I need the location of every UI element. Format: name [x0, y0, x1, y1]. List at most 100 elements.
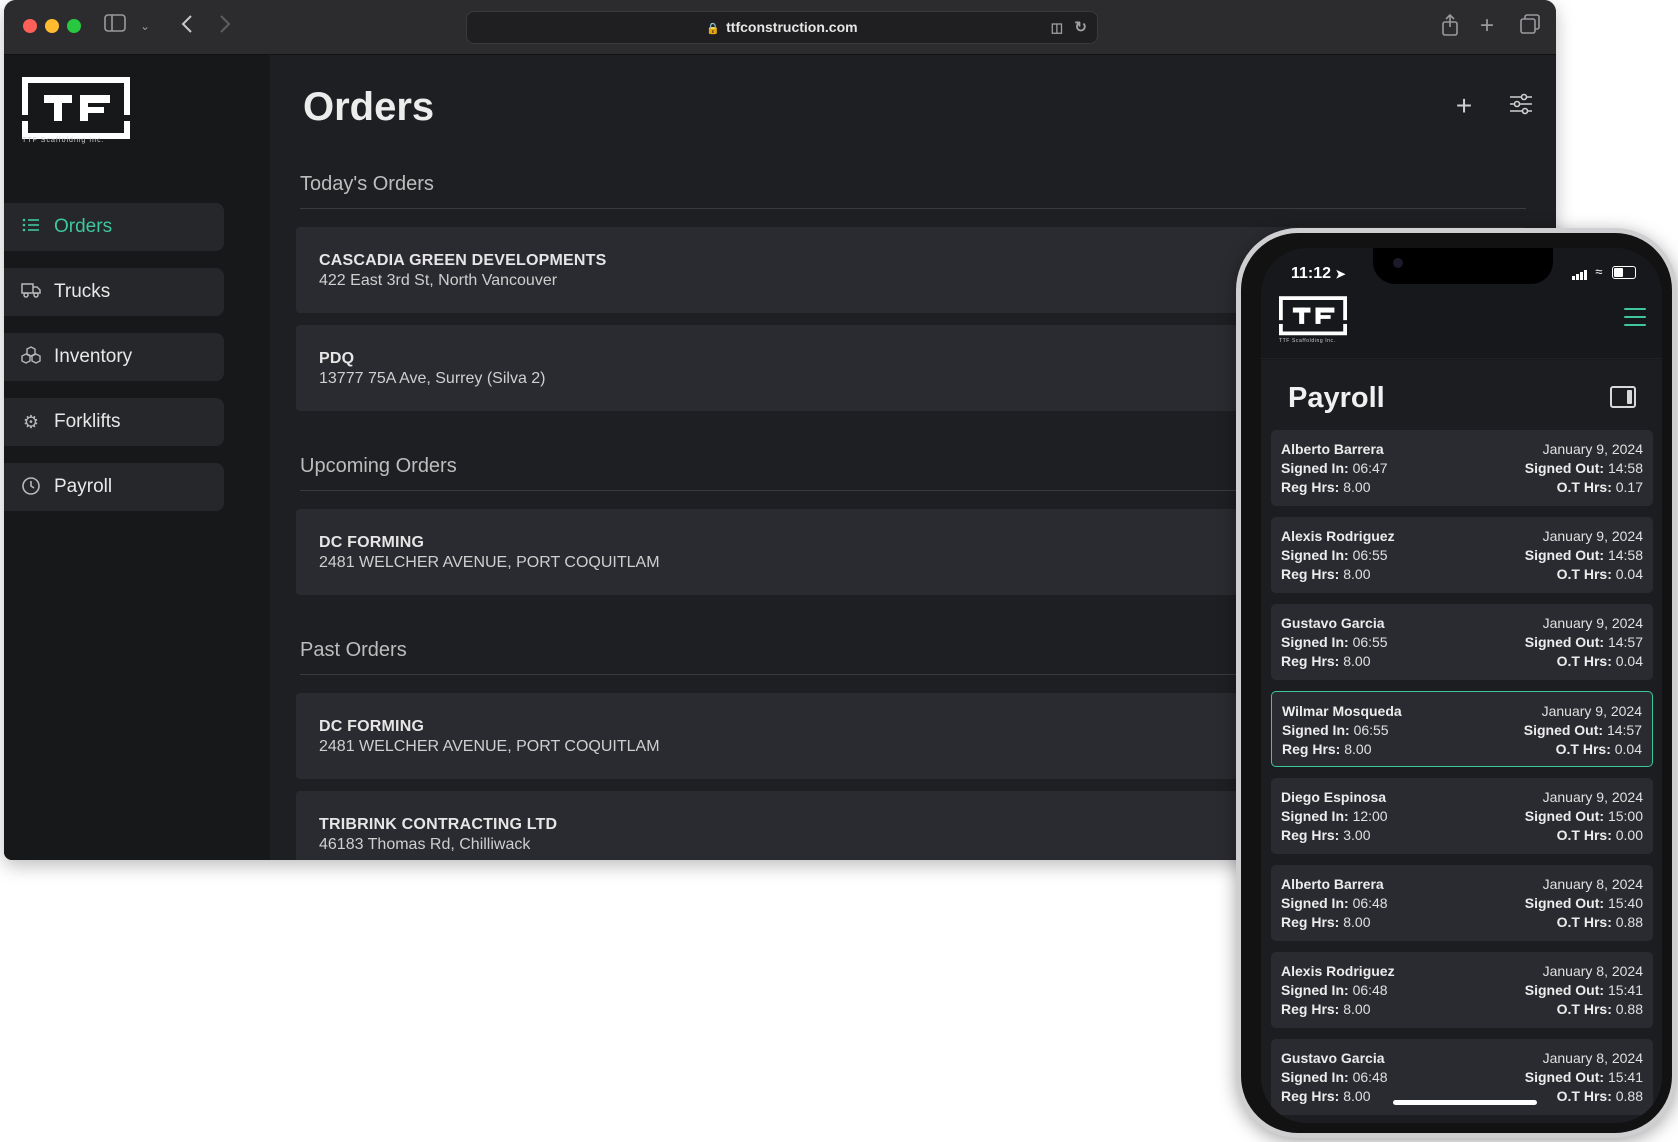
entry-date: January 8, 2024	[1542, 1050, 1643, 1066]
reg-hours: Reg Hrs: 8.00	[1281, 566, 1371, 582]
payroll-entry[interactable]: Alexis Rodriguez January 8, 2024 Signed In…	[1271, 952, 1653, 1028]
address-bar[interactable]: 🔒 ttfconstruction.com ◫ ↻	[466, 11, 1098, 44]
signed-in: Signed In: 06:55	[1282, 722, 1389, 738]
signed-in: Signed In: 06:55	[1281, 547, 1388, 563]
add-order-button[interactable]: +	[1449, 91, 1479, 121]
signed-in: Signed In: 06:55	[1281, 634, 1388, 650]
order-address: 2481 WELCHER AVENUE, PORT COQUITLAM	[319, 738, 660, 755]
reg-hours: Reg Hrs: 8.00	[1281, 914, 1371, 930]
phone-screen: 11:12 ➤ ≈ TTF Scaffolding Inc. Payroll A…	[1261, 248, 1662, 1123]
reg-hours: Reg Hrs: 8.00	[1281, 1001, 1371, 1017]
order-address: 46183 Thomas Rd, Chilliwack	[319, 836, 531, 853]
signed-in: Signed In: 06:47	[1281, 460, 1388, 476]
page-title: Orders	[303, 85, 435, 129]
signed-out: Signed Out: 15:40	[1524, 895, 1643, 911]
order-address: 13777 75A Ave, Surrey (Silva 2)	[319, 370, 546, 387]
panel-toggle-icon[interactable]	[1610, 386, 1636, 408]
employee-name: Gustavo Garcia	[1281, 615, 1385, 631]
signed-out: Signed Out: 14:57	[1524, 634, 1643, 650]
url-text: ttfconstruction.com	[726, 19, 858, 35]
zoom-window-button[interactable]	[67, 19, 81, 33]
close-window-button[interactable]	[23, 19, 37, 33]
logo-caption: TTF Scaffolding Inc.	[22, 137, 105, 144]
menu-icon[interactable]	[1624, 308, 1646, 332]
payroll-entry[interactable]: Wilmar Mosqueda January 9, 2024 Signed In:…	[1271, 691, 1653, 767]
minimize-window-button[interactable]	[45, 19, 59, 33]
payroll-entry[interactable]: Alberto Barrera January 8, 2024 Signed In:…	[1271, 865, 1653, 941]
divider	[300, 208, 1526, 209]
payroll-entry[interactable]: Diego Espinosa January 9, 2024 Signed In: …	[1271, 778, 1653, 854]
chevron-down-icon[interactable]: ⌄	[140, 14, 150, 38]
list-icon	[20, 216, 42, 238]
entry-date: January 9, 2024	[1542, 528, 1643, 544]
signed-in: Signed In: 06:48	[1281, 1069, 1388, 1085]
signed-in: Signed In: 12:00	[1281, 808, 1388, 824]
reg-hours: Reg Hrs: 8.00	[1282, 741, 1372, 757]
sidebar-item-orders[interactable]: Orders	[4, 203, 224, 251]
signed-in: Signed In: 06:48	[1281, 982, 1388, 998]
phone-bezel: 11:12 ➤ ≈ TTF Scaffolding Inc. Payroll A…	[1241, 233, 1672, 1133]
payroll-entry[interactable]: Gustavo Garcia January 9, 2024 Signed In: …	[1271, 604, 1653, 680]
sidebar-item-trucks[interactable]: Trucks	[4, 268, 224, 316]
entry-date: January 9, 2024	[1542, 441, 1643, 457]
employee-name: Alexis Rodriguez	[1281, 528, 1395, 544]
payroll-entry[interactable]: Alexis Rodriguez January 9, 2024 Signed In…	[1271, 517, 1653, 593]
section-title: Today's Orders	[300, 173, 434, 195]
ot-hours: O.T Hrs: 0.17	[1556, 479, 1643, 495]
sidebar-item-label: Trucks	[54, 281, 111, 302]
order-name: DC FORMING	[319, 718, 425, 735]
new-tab-icon[interactable]: +	[1480, 14, 1494, 38]
entry-date: January 9, 2024	[1542, 789, 1643, 805]
back-icon[interactable]	[180, 14, 194, 40]
company-logo[interactable]	[1279, 296, 1349, 342]
battery-icon	[1612, 266, 1636, 280]
employee-name: Gustavo Garcia	[1281, 1050, 1385, 1066]
translate-icon[interactable]: ◫	[1051, 12, 1063, 43]
signed-out: Signed Out: 14:57	[1523, 722, 1642, 738]
reg-hours: Reg Hrs: 8.00	[1281, 479, 1371, 495]
entry-date: January 8, 2024	[1542, 963, 1643, 979]
entry-date: January 8, 2024	[1542, 876, 1643, 892]
camera-icon	[1393, 258, 1403, 268]
filter-icon[interactable]	[1506, 91, 1536, 121]
forward-icon[interactable]	[218, 14, 232, 40]
reg-hours: Reg Hrs: 3.00	[1281, 827, 1371, 843]
ot-hours: O.T Hrs: 0.88	[1556, 1088, 1643, 1104]
order-address: 422 East 3rd St, North Vancouver	[319, 272, 558, 289]
phone-frame: 11:12 ➤ ≈ TTF Scaffolding Inc. Payroll A…	[1236, 228, 1677, 1138]
sidebar-item-inventory[interactable]: Inventory	[4, 333, 224, 381]
wifi-icon: ≈	[1595, 264, 1603, 279]
employee-name: Wilmar Mosqueda	[1282, 703, 1402, 719]
home-indicator	[1393, 1100, 1537, 1105]
location-icon: ➤	[1335, 267, 1346, 281]
status-time: 11:12 ➤	[1291, 265, 1346, 282]
ot-hours: O.T Hrs: 0.04	[1556, 566, 1643, 582]
employee-name: Diego Espinosa	[1281, 789, 1387, 805]
gear-icon: ⚙	[22, 412, 40, 432]
share-icon[interactable]	[1440, 13, 1460, 42]
employee-name: Alberto Barrera	[1281, 441, 1384, 457]
sidebar-toggle-icon[interactable]	[104, 14, 126, 38]
sidebar-item-label: Orders	[54, 216, 113, 237]
reload-icon[interactable]: ↻	[1074, 12, 1087, 43]
sidebar-item-label: Inventory	[54, 346, 133, 367]
browser-titlebar: ⌄ 🔒 ttfconstruction.com ◫ ↻ +	[4, 0, 1556, 55]
order-name: CASCADIA GREEN DEVELOPMENTS	[319, 252, 607, 269]
entry-date: January 9, 2024	[1542, 615, 1643, 631]
tab-overview-icon[interactable]	[1520, 14, 1540, 40]
sidebar-item-forklifts[interactable]: ⚙ Forklifts	[4, 398, 224, 446]
ot-hours: O.T Hrs: 0.88	[1556, 1001, 1643, 1017]
phone-notch	[1373, 248, 1553, 284]
employee-name: Alberto Barrera	[1281, 876, 1384, 892]
sidebar-item-payroll[interactable]: Payroll	[4, 463, 224, 511]
order-name: DC FORMING	[319, 534, 425, 551]
ot-hours: O.T Hrs: 0.04	[1556, 653, 1643, 669]
sidebar: TTF Scaffolding Inc. Orders Trucks Inven…	[4, 55, 270, 860]
payroll-entry[interactable]: Alberto Barrera January 9, 2024 Signed In:…	[1271, 430, 1653, 506]
ot-hours: O.T Hrs: 0.88	[1556, 914, 1643, 930]
order-name: TRIBRINK CONTRACTING LTD	[319, 816, 558, 833]
page-title: Payroll	[1288, 382, 1385, 414]
section-todays-orders: Today's Orders	[300, 173, 1526, 209]
employee-name: Alexis Rodriguez	[1281, 963, 1395, 979]
truck-icon	[20, 281, 42, 303]
